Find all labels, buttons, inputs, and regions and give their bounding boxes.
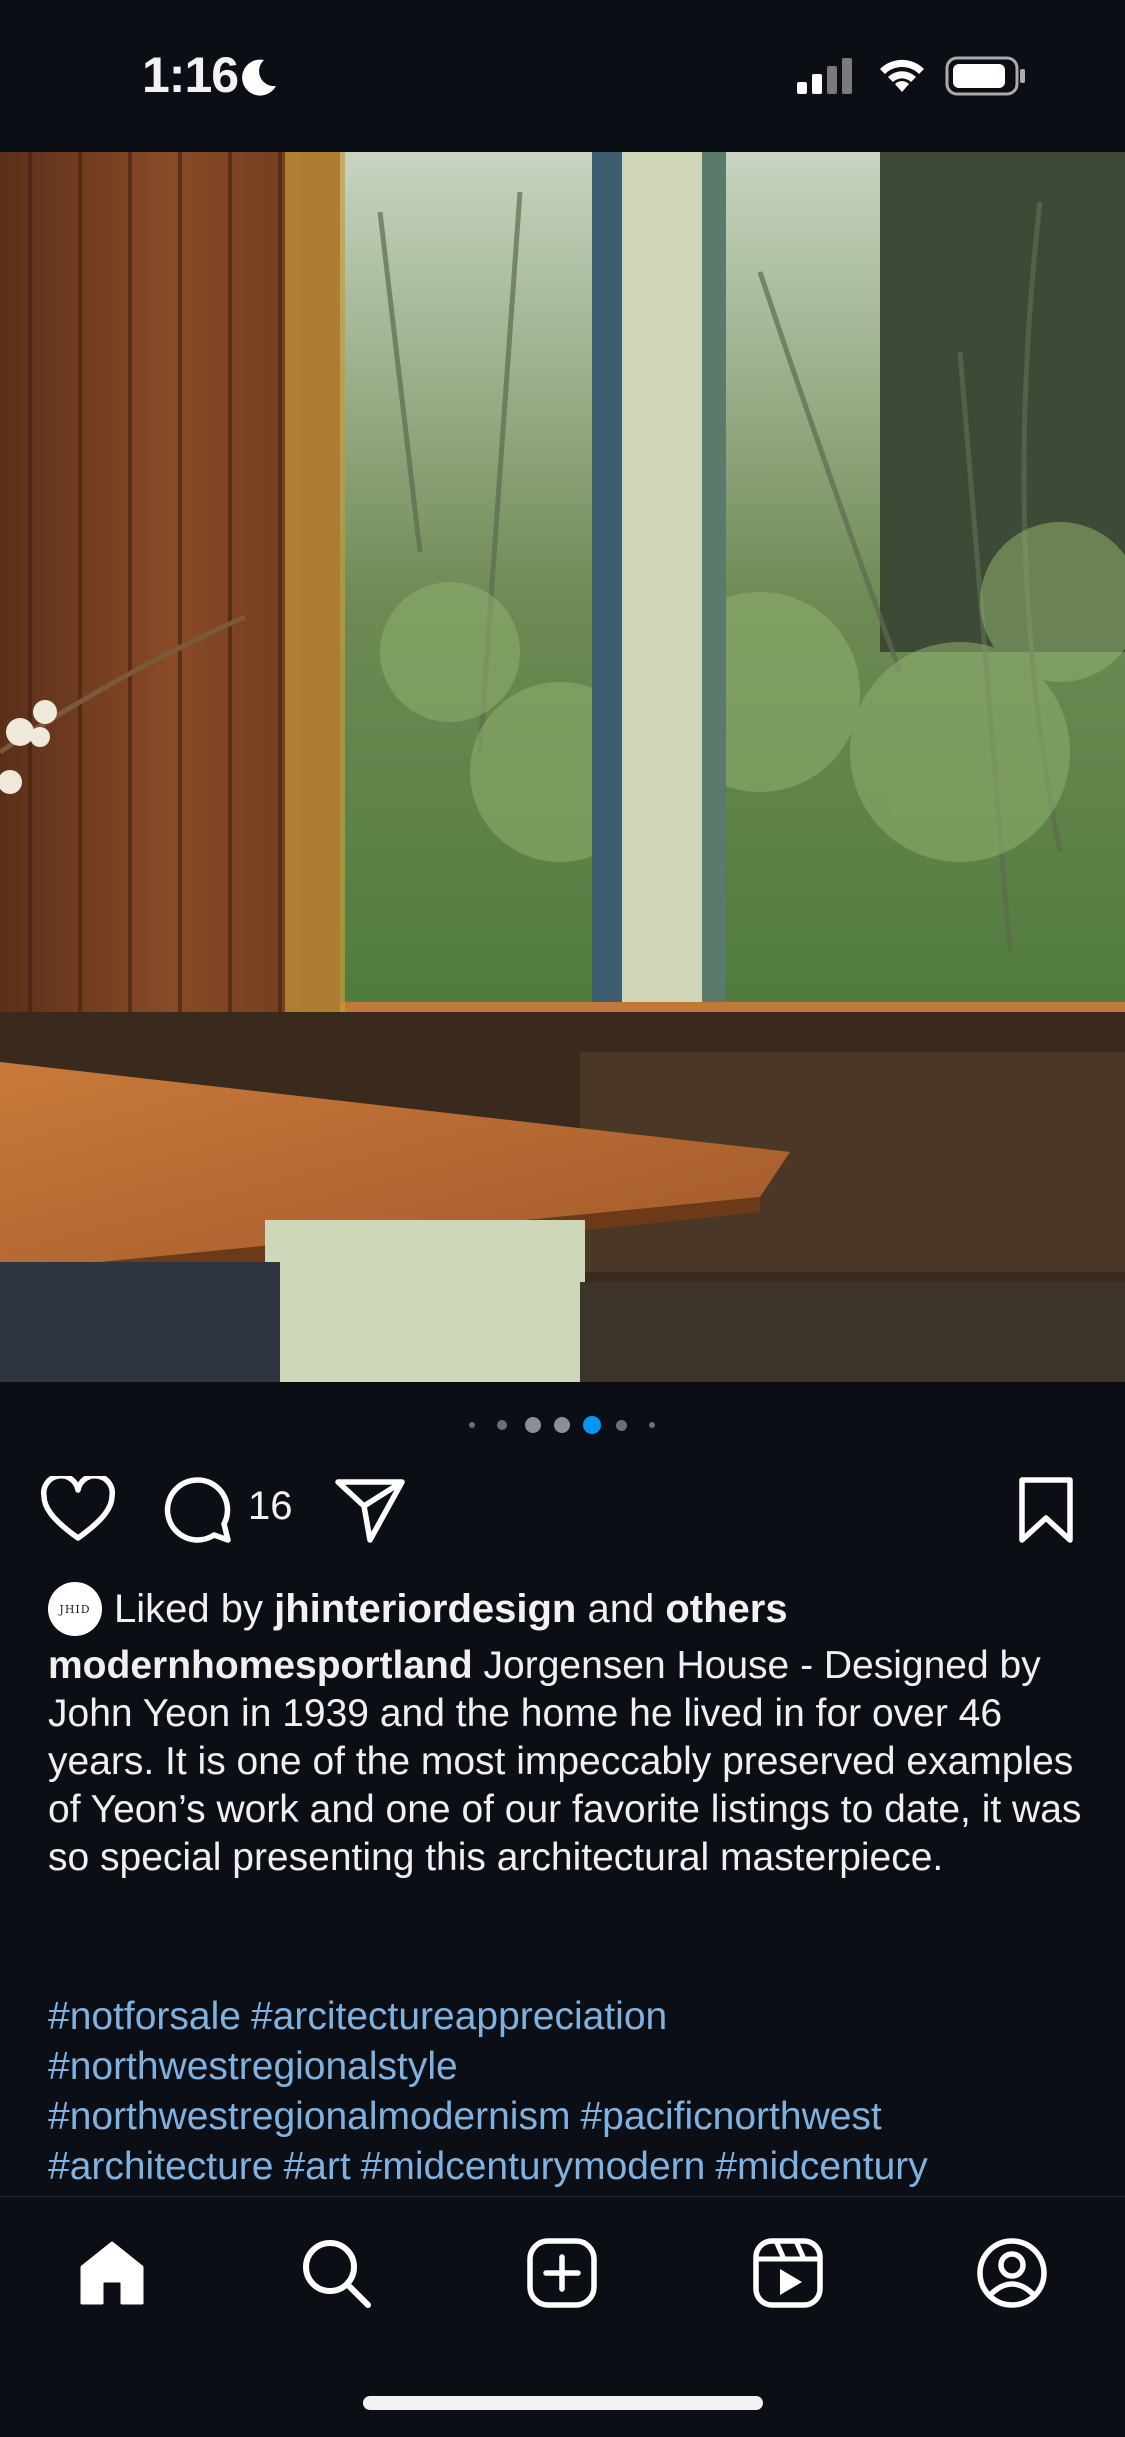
hashtag[interactable]: #arcitectureappreciation (251, 1995, 667, 2038)
battery-icon (945, 56, 1025, 96)
create-icon[interactable] (526, 2237, 598, 2309)
liked-by-row[interactable]: JHID Liked by jhinteriordesign and other… (48, 1582, 1088, 1636)
carousel-dot (469, 1422, 475, 1428)
hashtag[interactable]: #pacificnorthwest (580, 2095, 881, 2138)
cellular-signal-icon (797, 58, 852, 94)
share-send-icon[interactable] (334, 1476, 406, 1544)
comment-count[interactable]: 16 (248, 1484, 293, 1529)
hashtag[interactable]: #midcenturymodern (361, 2145, 706, 2188)
carousel-indicator (0, 1410, 1125, 1440)
hashtag[interactable]: #art (283, 2145, 350, 2188)
liked-by-and: and (587, 1586, 655, 1631)
hashtag[interactable]: #architecture (48, 2145, 273, 2188)
hashtag[interactable]: #midcentury (715, 2145, 927, 2188)
moon-icon (242, 59, 276, 96)
hashtag[interactable]: #northwestregionalmodernism (48, 2095, 570, 2138)
home-indicator (363, 2396, 763, 2410)
carousel-dot (649, 1422, 655, 1428)
liked-by-others[interactable]: others (665, 1587, 787, 1632)
reels-icon[interactable] (752, 2237, 824, 2309)
search-icon[interactable] (300, 2237, 372, 2309)
wifi-icon (880, 59, 924, 92)
comment-icon[interactable] (162, 1474, 234, 1546)
carousel-dot (497, 1420, 507, 1430)
post-caption: modernhomesportland Jorgensen House - De… (48, 1642, 1083, 1882)
hashtag[interactable]: #notforsale (48, 1995, 241, 2038)
status-time: 1:16 (142, 47, 239, 103)
carousel-dot-active (583, 1416, 601, 1434)
bookmark-save-icon[interactable] (1016, 1476, 1076, 1544)
avatar[interactable]: JHID (48, 1582, 102, 1636)
like-heart-icon[interactable] (40, 1476, 116, 1544)
post-image[interactable] (0, 152, 1125, 1382)
profile-icon[interactable] (976, 2237, 1048, 2309)
status-bar: 1:16 (0, 0, 1125, 152)
liked-by-user[interactable]: jhinteriordesign (274, 1587, 576, 1632)
carousel-dot (554, 1417, 570, 1433)
hashtag[interactable]: #northwestregionalstyle (48, 2045, 458, 2088)
liked-by-prefix: Liked by (114, 1586, 263, 1631)
carousel-dot (616, 1420, 627, 1431)
caption-username[interactable]: modernhomesportland (48, 1644, 473, 1687)
carousel-dot (525, 1417, 541, 1433)
post-action-bar (0, 1470, 1125, 1550)
home-icon[interactable] (76, 2237, 148, 2309)
hashtag-list: #notforsale #arcitectureappreciation #nor… (48, 1992, 1098, 2192)
